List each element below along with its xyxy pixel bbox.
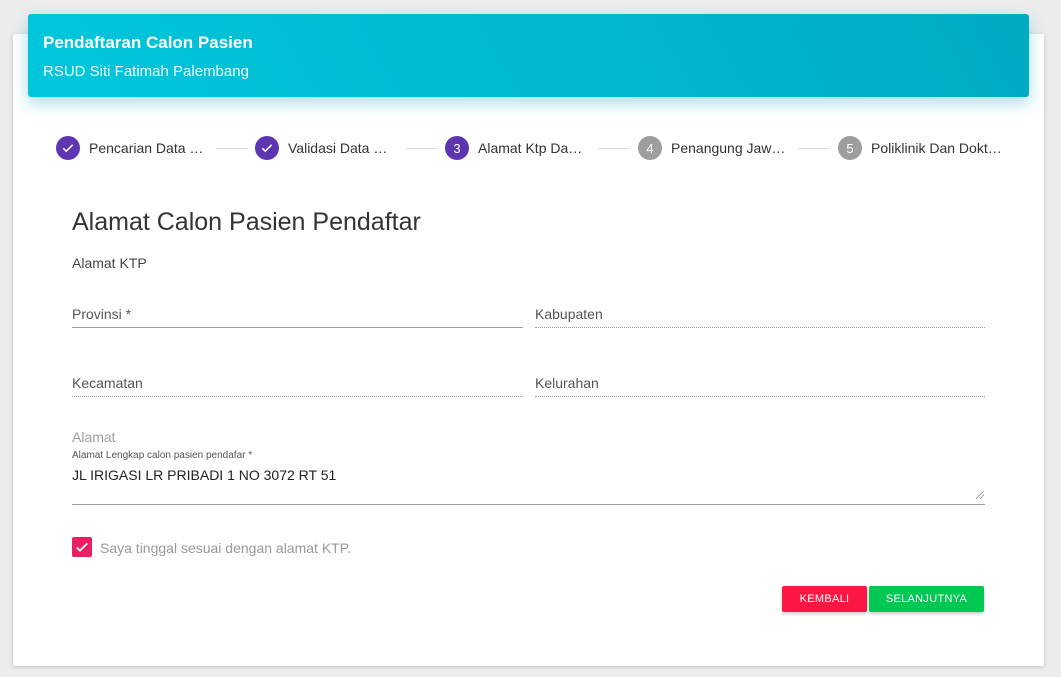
check-icon <box>255 136 279 160</box>
step-label: Alamat Ktp Dan … <box>478 140 590 156</box>
kabupaten-label: Kabupaten <box>535 306 603 322</box>
step-3[interactable]: 3 Alamat Ktp Dan … <box>445 136 590 160</box>
step-number: 4 <box>638 136 662 160</box>
next-button[interactable]: SELANJUTNYA <box>869 586 984 612</box>
step-number: 3 <box>445 136 469 160</box>
kelurahan-select[interactable]: Kelurahan <box>535 375 985 397</box>
kecamatan-select[interactable]: Kecamatan <box>72 375 523 397</box>
form-card <box>13 34 1044 666</box>
provinsi-select[interactable]: Provinsi * <box>72 306 523 328</box>
field-underline <box>72 396 523 397</box>
step-2[interactable]: Validasi Data P… <box>255 136 396 160</box>
alamat-lengkap-label: Alamat Lengkap calon pasien pendafar * <box>72 450 253 461</box>
kabupaten-select[interactable]: Kabupaten <box>535 306 985 328</box>
kelurahan-label: Kelurahan <box>535 375 599 391</box>
alamat-lengkap-value: JL IRIGASI LR PRIBADI 1 NO 3072 RT 51 <box>72 467 337 483</box>
provinsi-label: Provinsi * <box>72 306 132 322</box>
page-title: Pendaftaran Calon Pasien <box>43 33 253 52</box>
step-number: 5 <box>838 136 862 160</box>
step-4[interactable]: 4 Penangung Jawa… <box>638 136 791 160</box>
alamat-label: Alamat <box>72 429 116 445</box>
back-button[interactable]: KEMBALI <box>782 586 867 612</box>
resize-handle-icon[interactable] <box>976 491 984 499</box>
stepper: Pencarian Data P… Validasi Data P… 3 Ala… <box>56 136 1016 162</box>
kecamatan-label: Kecamatan <box>72 375 143 391</box>
same-address-checkbox[interactable] <box>72 537 92 557</box>
check-icon <box>56 136 80 160</box>
section-title: Alamat Calon Pasien Pendaftar <box>72 208 421 236</box>
same-address-label: Saya tinggal sesuai dengan alamat KTP. <box>100 540 352 556</box>
step-1[interactable]: Pencarian Data P… <box>56 136 209 160</box>
step-connector <box>216 148 248 149</box>
field-underline <box>535 327 985 328</box>
step-5[interactable]: 5 Poliklinik Dan Dokt… <box>838 136 1006 160</box>
step-connector <box>406 148 438 149</box>
page-header: Pendaftaran Calon Pasien RSUD Siti Fatim… <box>28 14 1029 97</box>
step-label: Poliklinik Dan Dokt… <box>871 140 1002 156</box>
alamat-lengkap-textarea[interactable]: Alamat Lengkap calon pasien pendafar * J… <box>72 450 985 505</box>
field-underline <box>535 396 985 397</box>
step-label: Penangung Jawa… <box>671 140 791 156</box>
step-connector <box>798 148 830 149</box>
step-label: Validasi Data P… <box>288 140 396 156</box>
check-icon <box>76 542 88 552</box>
step-connector <box>598 148 630 149</box>
field-underline <box>72 327 523 328</box>
step-label: Pencarian Data P… <box>89 140 209 156</box>
section-subtitle: Alamat KTP <box>72 255 147 271</box>
page-subtitle: RSUD Siti Fatimah Palembang <box>43 63 249 80</box>
